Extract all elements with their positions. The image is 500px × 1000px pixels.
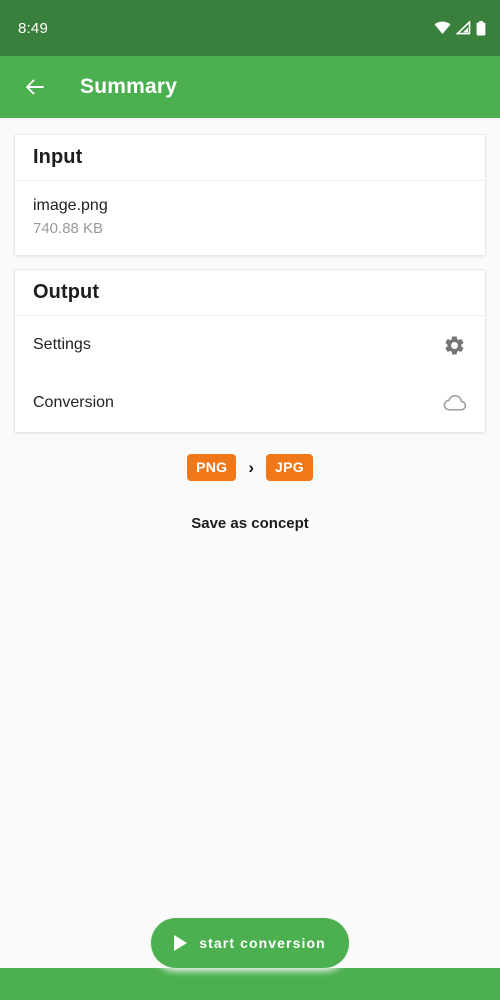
output-card-header: Output (15, 270, 485, 316)
input-file-row[interactable]: image.png 740.88 KB (15, 181, 485, 255)
output-card: Output Settings Conversion (14, 269, 486, 433)
output-row-settings-label: Settings (33, 336, 91, 353)
format-conversion-chips: PNG › JPG (0, 454, 500, 481)
input-file-size: 740.88 KB (33, 219, 104, 237)
input-card: Input image.png 740.88 KB (14, 134, 486, 256)
back-button[interactable] (18, 70, 52, 104)
status-bar-icons (434, 20, 486, 36)
app-screen: 8:49 Summary Input image.png 740.88 KB O… (0, 0, 500, 1000)
start-conversion-button[interactable]: start conversion (151, 918, 349, 968)
page-title: Summary (80, 75, 178, 98)
chevron-right-icon: › (248, 458, 254, 477)
output-row-conversion[interactable]: Conversion (15, 374, 485, 432)
gear-icon[interactable] (441, 332, 467, 358)
bottom-bar (0, 968, 500, 1000)
input-card-header: Input (15, 135, 485, 181)
cell-signal-icon (456, 21, 471, 35)
save-as-concept-button[interactable]: Save as concept (0, 515, 500, 532)
start-conversion-label: start conversion (199, 935, 326, 951)
cloud-icon[interactable] (441, 390, 467, 416)
output-card-title: Output (33, 281, 100, 303)
app-bar: Summary (0, 56, 500, 118)
status-bar-time: 8:49 (18, 19, 48, 37)
play-icon (174, 935, 188, 951)
input-file-name: image.png (33, 197, 108, 214)
output-row-settings[interactable]: Settings (15, 316, 485, 374)
status-bar: 8:49 (0, 0, 500, 56)
output-row-conversion-label: Conversion (33, 394, 114, 411)
wifi-icon (434, 21, 451, 34)
input-card-title: Input (33, 146, 83, 168)
back-arrow-icon (26, 79, 44, 95)
source-format-chip[interactable]: PNG (187, 454, 237, 481)
battery-icon (476, 20, 486, 35)
target-format-chip[interactable]: JPG (266, 454, 313, 481)
